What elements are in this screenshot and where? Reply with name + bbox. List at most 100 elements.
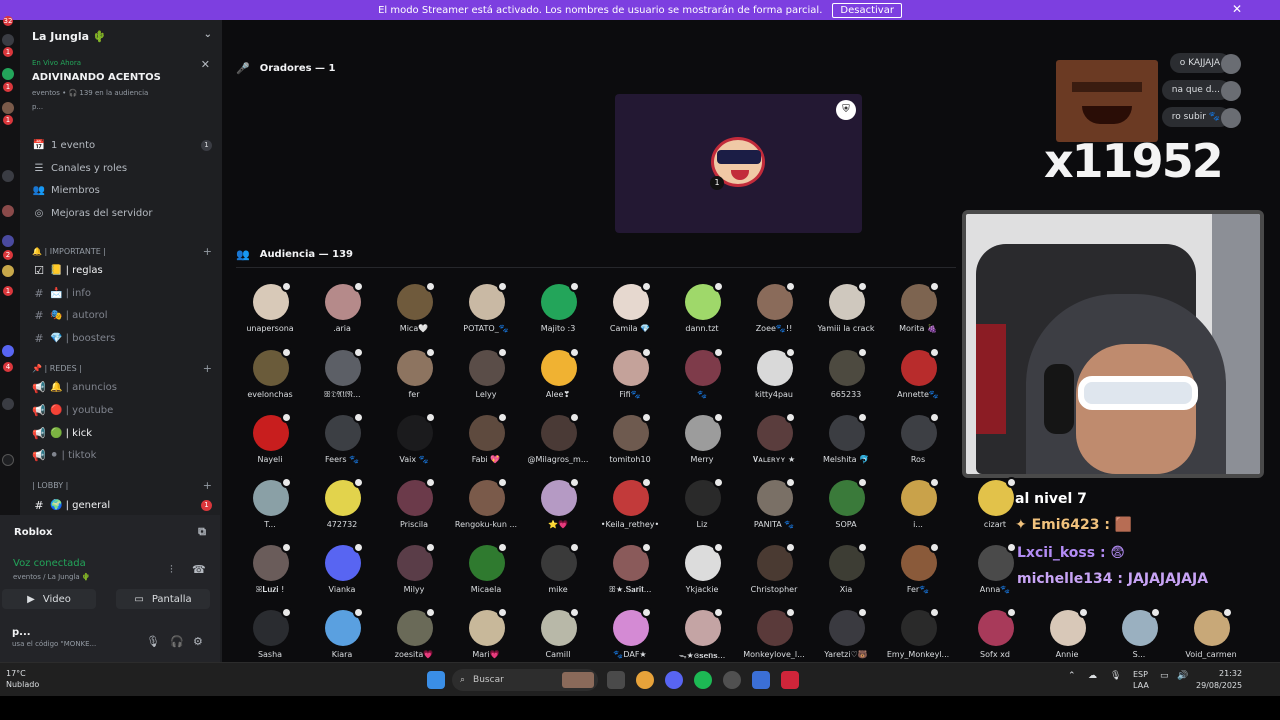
server-icon[interactable] [2,265,14,277]
audience-member[interactable]: Lelyy [451,347,521,415]
headphones-icon[interactable]: 🎧 [170,635,184,648]
server-icon[interactable] [2,34,14,46]
audience-member[interactable]: Priscila [379,477,449,545]
audience-member[interactable]: 665233 [811,347,881,415]
channel-youtube[interactable]: 📢 🔴 | youtube [32,400,214,420]
category-redes[interactable]: 📌 | REDES | + [32,360,214,376]
server-header[interactable]: La Jungla 🌵 ⌄ [20,20,222,52]
server-icon[interactable] [2,170,14,182]
app-icon[interactable] [781,671,799,689]
network-icon[interactable]: ▭ [1160,671,1169,681]
video-button[interactable]: ▶ Video [2,589,96,609]
close-icon[interactable]: ✕ [201,58,210,71]
audience-member[interactable]: Feers 🐾 [307,412,377,480]
audience-member[interactable]: Nayeli [235,412,305,480]
close-icon[interactable]: ✕ [1232,2,1242,16]
microphone-icon[interactable]: 🎙 [1110,671,1121,681]
audience-member[interactable]: •Keila_rethey• [595,477,665,545]
audience-member[interactable]: Camila 💎 [595,281,665,349]
add-channel-icon[interactable]: + [203,362,212,375]
chevron-up-icon[interactable]: ⌃ [1068,671,1076,681]
disconnect-icon[interactable]: ☎ [192,563,206,576]
audience-member[interactable]: Fifi🐾 [595,347,665,415]
category-lobby[interactable]: | LOBBY | + [32,477,214,493]
audience-member[interactable]: i... [883,477,953,545]
live-event-card[interactable]: En Vivo Ahora ADIVINANDO ACENTOS eventos… [20,54,222,144]
chrome-icon[interactable] [636,671,654,689]
nav-members[interactable]: 👥 Miembros [32,180,214,200]
audience-member[interactable]: T... [235,477,305,545]
add-server-icon[interactable] [2,454,14,466]
volume-icon[interactable]: 🔊 [1177,671,1188,681]
audience-member[interactable]: Melshita 🐬 [811,412,881,480]
audience-member[interactable]: 472732 [307,477,377,545]
discord-icon[interactable] [665,671,683,689]
audience-member[interactable]: kitty4pau [739,347,809,415]
audience-member[interactable]: POTATO_🐾 [451,281,521,349]
audience-member[interactable]: ꕥ★.𝐒𝐚𝐫𝐢𝐭... [595,542,665,610]
activity-roblox[interactable]: Roblox ⧉ [0,515,220,549]
nav-channels-roles[interactable]: ☰ Canales y roles [32,158,214,178]
channel-tiktok[interactable]: 📢 ⚫ | tiktok [32,445,214,465]
audience-member[interactable]: @Milagros_m... [523,412,593,480]
audience-member[interactable]: Mica🤍 [379,281,449,349]
audience-member[interactable]: Micaela [451,542,521,610]
nav-events[interactable]: 📅 1 evento 1 [32,135,214,155]
channel-reglas[interactable]: ☑ 📒 | reglas [32,260,214,280]
audience-member[interactable]: 🐾 [667,347,737,415]
audience-member[interactable]: Zoee🐾!! [739,281,809,349]
audience-member[interactable]: evelonchas [235,347,305,415]
channel-boosters[interactable]: # 💎 | boosters [32,328,214,348]
audience-member[interactable]: 𝐕ᴀʟᴇʀʏʏ ★ [739,412,809,480]
audience-member[interactable]: Merry [667,412,737,480]
deactivate-button[interactable]: Desactivar [832,2,902,18]
audience-member[interactable]: ꕥ𝔇𝔄𝔘𝔑... [307,347,377,415]
soundboard-icon[interactable]: ⫶ [170,563,173,577]
audience-member[interactable]: Christopher [739,542,809,610]
obs-icon[interactable] [723,671,741,689]
search-box[interactable]: ⌕ Buscar [452,669,598,691]
gear-icon[interactable]: ⚙ [193,635,203,648]
audience-member[interactable]: Annette🐾 [883,347,953,415]
server-icon[interactable] [2,398,14,410]
language-indicator[interactable]: ESP LAA [1133,669,1149,691]
audience-member[interactable]: dann.tzt [667,281,737,349]
audience-member[interactable]: cizart [960,477,1030,545]
audience-member[interactable]: fer [379,347,449,415]
audience-member[interactable]: ⭐💗 [523,477,593,545]
weather-widget[interactable]: 17°C Nublado [6,668,39,690]
server-icon[interactable] [2,345,14,357]
channel-kick[interactable]: 📢 🟢 | kick [32,423,214,443]
speaker-tile[interactable]: 1 ⛨ [615,94,862,233]
app-icon[interactable] [752,671,770,689]
audience-member[interactable]: Majito :3 [523,281,593,349]
audience-member[interactable]: Morita 🍇 [883,281,953,349]
nav-server-boost[interactable]: ◎ Mejoras del servidor [32,203,214,223]
channel-info[interactable]: # 📩 | info [32,283,214,303]
server-icon[interactable] [2,68,14,80]
audience-member[interactable]: Yamiii la crack [811,281,881,349]
audience-member[interactable]: Fer🐾 [883,542,953,610]
audience-member[interactable]: Vianka [307,542,377,610]
audience-member[interactable]: Xia [811,542,881,610]
windows-start-icon[interactable] [427,671,445,689]
channel-anuncios[interactable]: 📢 🔔 | anuncios [32,377,214,397]
category-importante[interactable]: 🔔 | IMPORTANTE | + [32,243,214,259]
task-view-icon[interactable] [607,671,625,689]
audience-member[interactable]: Milyy [379,542,449,610]
audience-member[interactable]: Alee❣ [523,347,593,415]
server-icon[interactable] [2,102,14,114]
audience-member[interactable]: PANITA 🐾 [739,477,809,545]
audience-member[interactable]: Liz [667,477,737,545]
cloud-icon[interactable]: ☁ [1088,671,1097,681]
chevron-down-icon[interactable]: ⌄ [204,29,212,40]
screen-share-button[interactable]: ▭ Pantalla [116,589,210,609]
microphone-icon[interactable]: 🎙 [146,635,160,648]
audience-member[interactable]: Ykjackie [667,542,737,610]
audience-member[interactable]: ꕤ𝐋𝐮𝐳𝐢 ! [235,542,305,610]
audience-member[interactable]: Rengoku-kun ... [451,477,521,545]
audience-member[interactable]: SOPA [811,477,881,545]
clock[interactable]: 21:32 29/08/2025 [1196,668,1242,692]
audience-member[interactable]: Fabi 💖 [451,412,521,480]
server-icon[interactable] [2,235,14,247]
